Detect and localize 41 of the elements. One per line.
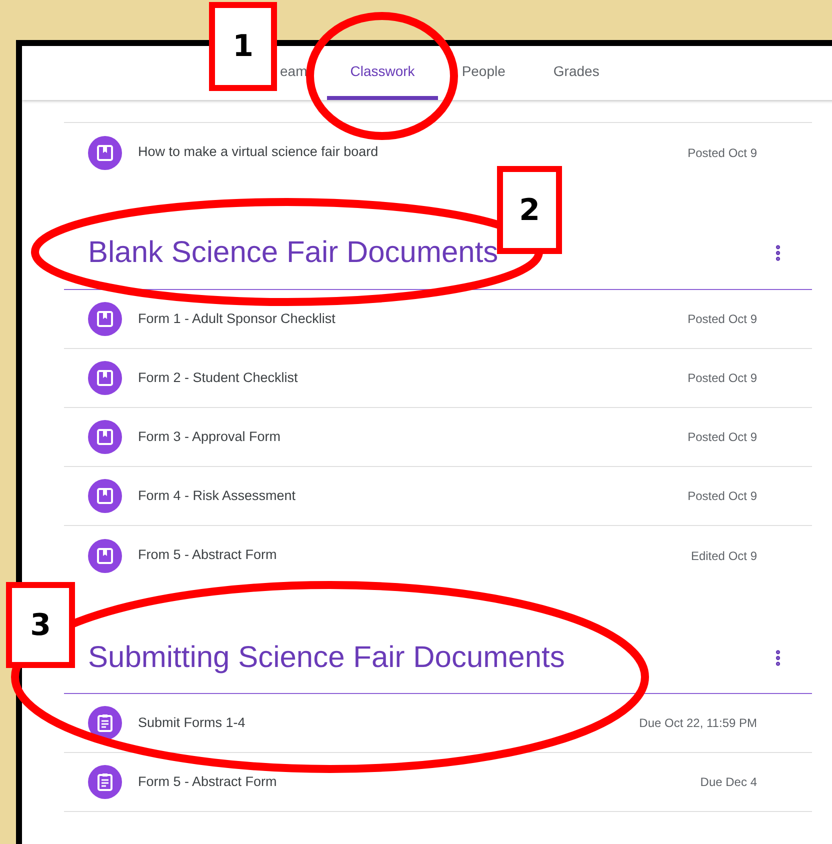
classwork-item[interactable]: How to make a virtual science fair board Posted Oct 9 [64, 123, 812, 182]
tab[interactable]: Grades [529, 46, 624, 100]
classwork-item[interactable]: Form 1 - Adult Sponsor Checklist Posted Oct 9 [64, 290, 812, 349]
bookmark-icon [88, 136, 122, 170]
item-title: Form 3 - Approval Form [138, 428, 281, 446]
item-date: Due Dec 4 [700, 774, 757, 791]
item-title: Form 1 - Adult Sponsor Checklist [138, 310, 336, 328]
item-date: Posted Oct 9 [688, 488, 757, 505]
classwork-item[interactable]: Form 5 - Abstract Form Due Dec 4 [64, 753, 812, 812]
tab[interactable]: eam [280, 46, 328, 100]
item-title: Form 5 - Abstract Form [138, 772, 277, 791]
section-heading: Blank Science Fair Documents [88, 235, 498, 271]
classwork-item[interactable]: Submit Forms 1-4 Due Oct 22, 11:59 PM [64, 694, 812, 753]
item-title: Form 4 - Risk Assessment [138, 486, 296, 505]
clipboard-icon [88, 706, 122, 740]
bookmark-icon [88, 420, 122, 454]
clipboard-icon [88, 765, 122, 799]
classwork-item[interactable]: Form 4 - Risk Assessment Posted Oct 9 [64, 467, 812, 526]
item-date: Posted Oct 9 [688, 311, 757, 328]
section-heading: Submitting Science Fair Documents [88, 640, 565, 676]
item-title: From 5 - Abstract Form [138, 546, 277, 564]
classwork-item[interactable]: Form 3 - Approval Form Posted Oct 9 [64, 408, 812, 467]
item-date: Edited Oct 9 [690, 548, 757, 564]
item-date: Posted Oct 9 [688, 144, 757, 162]
classwork-item[interactable]: Form 2 - Student Checklist Posted Oct 9 [64, 349, 812, 408]
bookmark-icon [88, 302, 122, 336]
bookmark-icon [88, 538, 122, 572]
annotation-number: 3 [6, 582, 75, 668]
bookmark-icon [88, 361, 122, 395]
annotation-number: 1 [209, 2, 277, 91]
classwork-item[interactable]: From 5 - Abstract Form Edited Oct 9 [64, 526, 812, 585]
item-title: How to make a virtual science fair board [138, 143, 378, 162]
item-date: Posted Oct 9 [688, 370, 757, 387]
item-date: Posted Oct 9 [688, 429, 757, 446]
bookmark-icon [88, 479, 122, 513]
item-date: Due Oct 22, 11:59 PM [639, 715, 757, 732]
item-title: Submit Forms 1-4 [138, 714, 246, 732]
item-title: Form 2 - Student Checklist [138, 368, 298, 387]
tab[interactable]: Classwork [327, 46, 438, 100]
tab[interactable]: People [438, 46, 530, 100]
annotation-number: 2 [497, 166, 562, 254]
